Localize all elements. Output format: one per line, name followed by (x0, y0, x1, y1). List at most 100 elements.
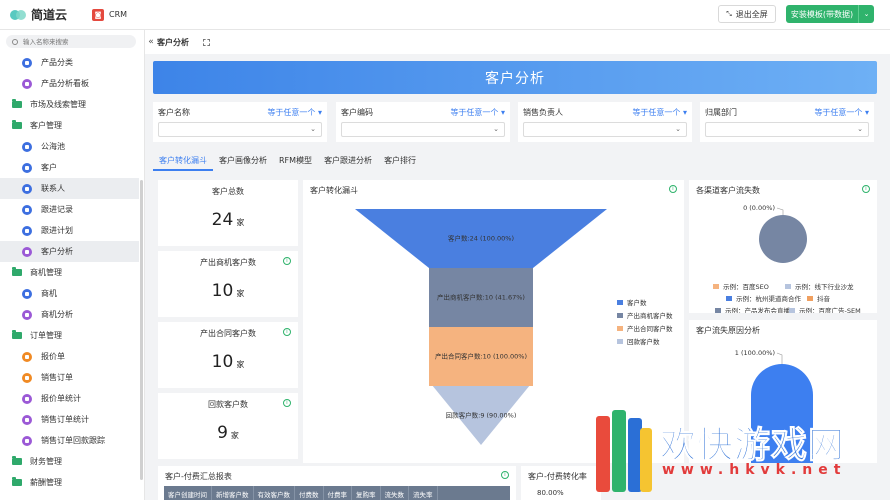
brand-logo[interactable]: 简道云 (10, 6, 82, 23)
sidebar-item[interactable]: 商机分析 (0, 304, 145, 325)
summary-table-header: 客户创建时间 新增客户数 有效客户数 付费数 付费率 复购率 流失数 流失率 (164, 486, 510, 500)
dashboard-banner: 客户分析 (153, 61, 877, 94)
info-icon[interactable]: i (283, 399, 291, 407)
column-header[interactable]: 客户创建时间 (164, 486, 212, 500)
info-icon[interactable]: i (283, 257, 291, 265)
legend-label[interactable]: 回款客户数 (627, 337, 660, 346)
sidebar-item-label: 商机管理 (30, 268, 62, 277)
sidebar-item[interactable]: 公海池 (0, 136, 145, 157)
brand-name: 简道云 (31, 8, 68, 22)
sidebar-item[interactable]: 联系人 (0, 178, 139, 199)
tab[interactable]: 客户排行 (378, 149, 422, 171)
sidebar-item[interactable]: 商机 (0, 283, 145, 304)
tab[interactable]: 客户跟进分析 (318, 149, 378, 171)
kpi-title: 回款客户数 (208, 400, 248, 409)
filter-operator[interactable]: 等于任意一个 ▾ (632, 107, 687, 118)
form-icon (22, 78, 32, 89)
filter-label: 客户编码 (341, 108, 373, 117)
filter-operator[interactable]: 等于任意一个 ▾ (450, 107, 505, 118)
sidebar-item[interactable]: 报价单 (0, 346, 145, 367)
legend-item[interactable]: 抖音 (807, 293, 830, 303)
legend-item[interactable]: 示例：百度广告-SEM (789, 305, 861, 313)
app-name: CRM (109, 10, 128, 19)
sidebar: 产品分类产品分析看板市场及线索管理客户管理公海池客户联系人跟进记录跟进计划客户分… (0, 30, 145, 500)
sidebar-item[interactable]: 财务管理 (0, 451, 145, 472)
legend-item[interactable]: 示例：杭州渠道商合作 (726, 293, 801, 303)
legend-swatch (726, 295, 732, 301)
info-icon[interactable]: i (501, 471, 509, 479)
legend-label[interactable]: 产出商机客户数 (627, 311, 673, 320)
column-header[interactable]: 付费率 (324, 486, 352, 500)
legend-item[interactable]: 示例：产品发布会直播 (715, 305, 790, 313)
column-header[interactable]: 流失率 (409, 486, 438, 500)
folder-icon (12, 330, 22, 339)
kpi-card: 回款客户数 i 9 家 (158, 393, 298, 459)
caret-down-icon: ▾ (682, 108, 687, 117)
legend-item[interactable]: 示例：线下行业沙龙 (785, 281, 854, 291)
filter-select[interactable]: ⌄ (523, 122, 687, 137)
shrink-icon: ⤡ (726, 9, 732, 18)
sidebar-item[interactable]: 销售订单统计 (0, 409, 145, 430)
column-header[interactable]: 复购率 (352, 486, 381, 500)
install-dropdown-button[interactable]: ⌄ (858, 5, 874, 23)
kpi-card: 产出合同客户数 i 10 家 (158, 322, 298, 388)
column-header[interactable]: 流失数 (381, 486, 409, 500)
legend-label[interactable]: 客户数 (627, 298, 647, 307)
legend-item[interactable]: 示例：百度SEO (713, 281, 769, 291)
sidebar-item-label: 销售订单回款跟踪 (41, 436, 105, 445)
sidebar-scrollbar[interactable] (140, 180, 143, 480)
funnel-label: 产出商机客户数:10 (41.67%) (437, 293, 525, 302)
column-header[interactable]: 有效客户数 (254, 486, 295, 500)
sidebar-item[interactable]: 客户分析 (0, 241, 139, 262)
search-input[interactable] (23, 37, 133, 46)
legend-swatch (785, 283, 791, 289)
watermark-text: 欢快游戏网 (659, 425, 846, 467)
sidebar-item[interactable]: 客户管理 (0, 115, 145, 136)
filter-operator-label: 等于任意一个 (814, 108, 863, 117)
filter-select[interactable]: ⌄ (705, 122, 869, 137)
sidebar-item[interactable]: 产品分类 (0, 52, 145, 73)
column-header[interactable]: 付费数 (295, 486, 324, 500)
install-template-button[interactable]: 安装模板(带数据) (786, 5, 858, 23)
form-icon (22, 351, 32, 362)
sidebar-item[interactable]: 商机管理 (0, 262, 145, 283)
filter-operator[interactable]: 等于任意一个 ▾ (267, 107, 322, 118)
legend-label: 示例：线下行业沙龙 (795, 283, 854, 291)
filter-operator-label: 等于任意一个 (267, 108, 316, 117)
filter-select[interactable]: ⌄ (341, 122, 505, 137)
sidebar-item[interactable]: 销售订单回款跟踪 (0, 430, 145, 451)
filter-operator[interactable]: 等于任意一个 ▾ (814, 107, 869, 118)
sidebar-item[interactable]: 跟进计划 (0, 220, 145, 241)
form-icon (22, 225, 32, 236)
column-header[interactable]: 新增客户数 (212, 486, 254, 500)
info-icon[interactable]: i (283, 328, 291, 336)
filter-field: 客户名称 等于任意一个 ▾ ⌄ (153, 102, 327, 142)
sidebar-search[interactable] (6, 35, 136, 48)
filter-select[interactable]: ⌄ (158, 122, 322, 137)
sidebar-item-label: 客户分析 (41, 247, 73, 256)
sidebar-item[interactable]: 薪酬管理 (0, 472, 145, 493)
sidebar-item[interactable]: 报价单统计 (0, 388, 145, 409)
tab[interactable]: 客户画像分析 (213, 149, 273, 171)
legend-swatch (617, 326, 623, 331)
form-icon (22, 183, 32, 194)
legend-label[interactable]: 产出合同客户数 (627, 324, 673, 333)
tab[interactable]: RFM模型 (273, 149, 318, 171)
sidebar-item[interactable]: 订单管理 (0, 325, 145, 346)
sidebar-item[interactable]: 产品分析看板 (0, 73, 145, 94)
sidebar-item[interactable]: 销售订单 (0, 367, 145, 388)
collapse-sidebar-icon[interactable]: « (145, 37, 157, 47)
sidebar-item-label: 薪酬管理 (30, 478, 62, 487)
sidebar-nav: 产品分类 产品分析看板市场及线索管理客户管理 公海池 客户 联系人 跟进记录 跟进计划客户分… (0, 52, 145, 493)
sidebar-item[interactable]: 跟进记录 (0, 199, 145, 220)
exit-fullscreen-button[interactable]: ⤡ 退出全屏 (718, 5, 776, 23)
kpi-value-row: 10 家 (158, 281, 298, 301)
sidebar-item[interactable]: 市场及线索管理 (0, 94, 145, 115)
kpi-card: 产出商机客户数 i 10 家 (158, 251, 298, 317)
sidebar-item[interactable]: 客户 (0, 157, 145, 178)
page-header: « 客户分析 (145, 30, 890, 54)
sidebar-item-label: 市场及线索管理 (30, 100, 86, 109)
app-switcher[interactable]: ◙ CRM (92, 8, 128, 21)
tab[interactable]: 客户转化漏斗 (153, 149, 213, 171)
expand-icon[interactable] (203, 38, 210, 46)
